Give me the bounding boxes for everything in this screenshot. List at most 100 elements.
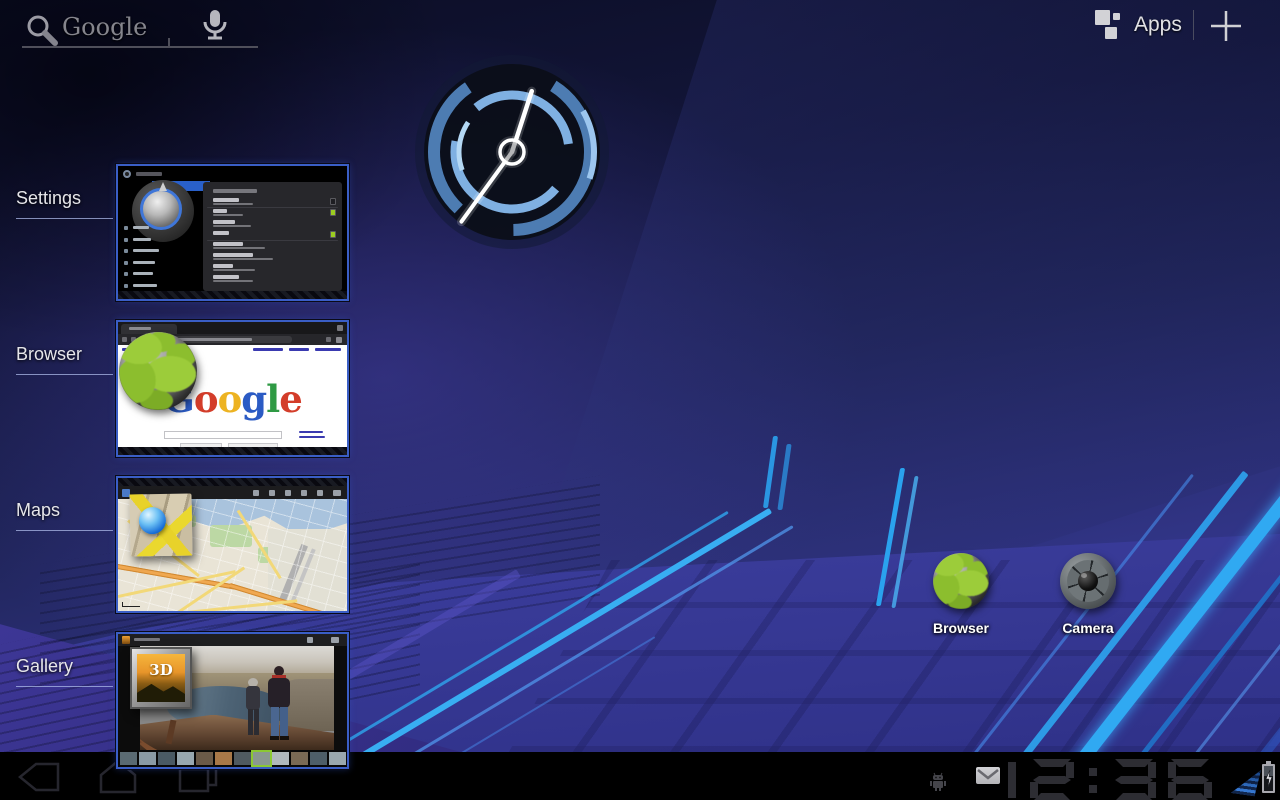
settings-panel-row (213, 214, 243, 217)
thumb-hatch (118, 447, 347, 455)
filmstrip-thumb (215, 752, 232, 765)
gallery-filmstrip (118, 750, 347, 767)
browser-globe-icon (933, 553, 989, 609)
settings-checkbox (330, 198, 337, 205)
apps-button[interactable]: Apps (1134, 13, 1182, 37)
settings-panel-row (213, 242, 243, 246)
settings-panel-row (213, 264, 233, 268)
settings-panel-row (213, 220, 235, 224)
person-adult (266, 666, 292, 746)
battery-charging-icon (1262, 761, 1275, 793)
filmstrip-thumb (310, 752, 327, 765)
settings-panel-row (213, 258, 273, 261)
analog-clock-widget[interactable] (412, 52, 612, 252)
clock-digit (1008, 759, 1018, 800)
voice-underline (170, 46, 258, 48)
signal-strength-icon (1231, 767, 1261, 797)
settings-panel-row (213, 247, 265, 250)
filmstrip-thumb (329, 752, 346, 765)
recent-thumbnail-gallery[interactable]: 3D (116, 632, 349, 769)
camera-aperture-icon (1060, 553, 1116, 609)
settings-list-item (133, 284, 157, 287)
google-search-widget[interactable]: Google (0, 0, 280, 60)
filmstrip-thumb (196, 752, 213, 765)
settings-right-panel (203, 182, 342, 291)
shortcut-browser[interactable]: Browser (909, 553, 1013, 636)
gallery-3d-badge: 3D (137, 661, 185, 679)
recent-underline (16, 686, 113, 687)
settings-checkbox (330, 209, 337, 216)
settings-list-item (124, 284, 128, 288)
search-underline (22, 46, 168, 48)
clock-digit (1030, 759, 1074, 800)
top-divider (1193, 10, 1194, 40)
recent-label-settings: Settings (16, 188, 81, 209)
settings-list-item (133, 261, 155, 264)
status-area[interactable] (900, 752, 1280, 800)
search-icon[interactable] (24, 12, 60, 48)
filmstrip-thumb (158, 752, 175, 765)
filmstrip-thumb (177, 752, 194, 765)
settings-list-item (124, 249, 128, 253)
back-button[interactable] (12, 758, 64, 796)
settings-panel-row (213, 280, 253, 283)
settings-list-item (133, 238, 151, 241)
settings-panel-row (213, 203, 253, 206)
apps-grid-icon[interactable] (1095, 10, 1127, 40)
google-logo-letter: o (218, 377, 242, 421)
settings-panel-row (213, 225, 251, 228)
recent-underline (16, 530, 113, 531)
map-scale (122, 602, 140, 607)
microphone-icon[interactable] (200, 7, 230, 45)
settings-list-item (133, 249, 159, 252)
filmstrip-thumb (120, 752, 137, 765)
recent-thumbnail-settings[interactable] (116, 164, 349, 301)
usb-debugging-icon (928, 772, 948, 792)
recent-thumbnail-maps[interactable] (116, 476, 349, 613)
shortcut-label: Browser (933, 620, 989, 636)
thumb-hatch (118, 478, 347, 486)
shortcut-camera[interactable]: Camera (1036, 553, 1140, 636)
recent-label-browser: Browser (16, 344, 82, 365)
settings-list-item (133, 272, 153, 275)
filmstrip-thumb (139, 752, 156, 765)
settings-panel-row (213, 231, 229, 235)
recent-underline (16, 374, 113, 375)
settings-panel-row (207, 207, 338, 208)
honeycomb-home-screen: Google Apps (0, 0, 1280, 800)
email-notification-icon (976, 767, 1000, 784)
settings-panel-row (213, 198, 239, 202)
recent-thumbnail-browser[interactable]: Google (116, 320, 349, 457)
clock-digit (1168, 759, 1212, 800)
settings-panel-row (213, 253, 253, 257)
clock-digit (1086, 759, 1100, 800)
recent-label-gallery: Gallery (16, 656, 73, 677)
clock-digit (1112, 759, 1156, 800)
settings-panel-row (213, 269, 255, 272)
settings-list-item (133, 226, 149, 229)
settings-panel-row (207, 240, 338, 241)
filmstrip-thumb (253, 752, 270, 765)
gallery-action-bar (118, 634, 347, 646)
browser-globe-icon (119, 332, 197, 410)
google-logo-letter: o (194, 377, 218, 421)
settings-list-item (124, 261, 128, 265)
person-child (244, 678, 262, 740)
search-logo-text[interactable]: Google (62, 13, 147, 41)
recent-underline (16, 218, 113, 219)
gallery-app-icon: 3D (130, 647, 192, 709)
add-widget-plus-icon[interactable] (1208, 7, 1244, 45)
settings-gear-icon (123, 170, 131, 178)
settings-list-item (124, 226, 128, 230)
search-box (164, 431, 282, 439)
filmstrip-thumb (234, 752, 251, 765)
thumb-hatch (118, 291, 347, 299)
maps-app-icon (129, 493, 192, 556)
filmstrip-thumb (291, 752, 308, 765)
google-logo-letter: g (241, 377, 266, 421)
settings-checkbox (330, 231, 337, 238)
top-right-cluster: Apps (1060, 0, 1280, 52)
recent-label-maps: Maps (16, 500, 60, 521)
google-logo-letter: l (266, 377, 279, 421)
status-clock (1008, 759, 1224, 800)
